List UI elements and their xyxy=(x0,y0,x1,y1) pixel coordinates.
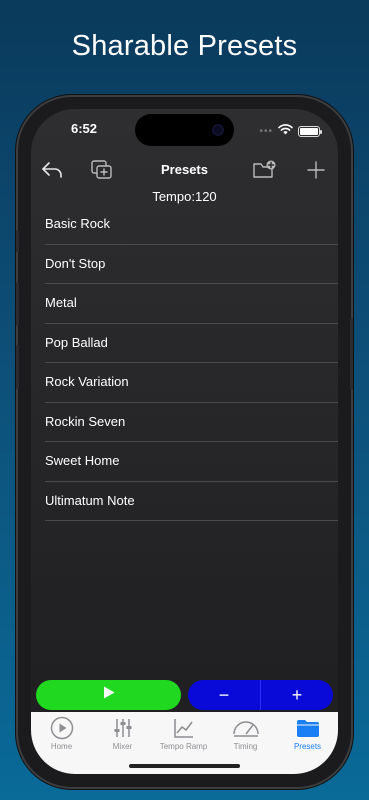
tab-label: Mixer xyxy=(112,742,133,751)
list-item[interactable]: Metal xyxy=(31,284,338,324)
app-screen: 6:52 ••• Presets Tempo:120 Basic Rock Do… xyxy=(31,109,338,774)
play-circle-icon xyxy=(31,716,92,740)
tab-label: Timing xyxy=(233,742,258,751)
tab-label: Home xyxy=(50,742,73,751)
chart-line-icon xyxy=(153,716,214,740)
sliders-icon xyxy=(92,716,153,740)
tab-home[interactable]: Home xyxy=(31,716,92,756)
transport-controls: − + xyxy=(36,680,333,710)
play-icon xyxy=(103,686,115,704)
status-icons: ••• xyxy=(259,122,322,140)
preset-name: Rock Variation xyxy=(45,374,129,389)
list-item[interactable]: Sweet Home xyxy=(31,442,338,482)
preset-name: Sweet Home xyxy=(45,453,120,468)
nav-title: Presets xyxy=(161,162,208,177)
nav-bar: Presets xyxy=(31,155,338,185)
list-item[interactable]: Rockin Seven xyxy=(31,403,338,443)
increase-tempo-button[interactable]: + xyxy=(261,680,333,710)
folder-icon xyxy=(277,716,338,740)
decrease-tempo-button[interactable]: − xyxy=(188,680,260,710)
tab-presets[interactable]: Presets xyxy=(277,716,338,756)
add-preset-icon[interactable] xyxy=(303,157,329,183)
camera-icon xyxy=(212,124,224,136)
list-item[interactable]: Rock Variation xyxy=(31,363,338,403)
tempo-stepper: − + xyxy=(188,680,333,710)
preset-name: Metal xyxy=(45,295,77,310)
status-bar: 6:52 ••• xyxy=(31,109,338,149)
status-time: 6:52 xyxy=(71,121,98,136)
tempo-label: Tempo:120 xyxy=(152,189,217,204)
wifi-icon xyxy=(278,122,293,140)
list-item[interactable]: Pop Ballad xyxy=(31,324,338,364)
new-folder-icon[interactable] xyxy=(252,157,278,183)
preset-name: Basic Rock xyxy=(45,216,111,231)
list-item[interactable]: Basic Rock xyxy=(31,205,338,245)
list-item[interactable]: Ultimatum Note xyxy=(31,482,338,522)
battery-icon xyxy=(298,125,322,137)
preset-name: Ultimatum Note xyxy=(45,492,135,508)
tab-label: Presets xyxy=(293,742,322,751)
tab-tempo-ramp[interactable]: Tempo Ramp xyxy=(153,716,214,756)
dynamic-island xyxy=(135,114,234,146)
tab-timing[interactable]: Timing xyxy=(215,716,276,756)
list-item[interactable]: Don't Stop xyxy=(31,245,338,285)
volume-down-button xyxy=(16,345,19,389)
promo-title: Sharable Presets xyxy=(71,30,298,62)
tab-mixer[interactable]: Mixer xyxy=(92,716,153,756)
signal-icon: ••• xyxy=(259,125,273,137)
play-button[interactable] xyxy=(36,680,181,710)
tab-label: Tempo Ramp xyxy=(159,742,208,751)
volume-up-button xyxy=(16,282,19,326)
home-indicator xyxy=(129,764,240,768)
gauge-icon xyxy=(215,716,276,740)
preset-name: Don't Stop xyxy=(45,255,106,271)
preset-name: Pop Ballad xyxy=(45,334,108,350)
preset-list: Basic Rock Don't Stop Metal Pop Ballad R… xyxy=(31,205,338,521)
power-button xyxy=(350,318,353,390)
preset-name: Rockin Seven xyxy=(45,413,126,429)
phone-side-button xyxy=(16,230,19,252)
